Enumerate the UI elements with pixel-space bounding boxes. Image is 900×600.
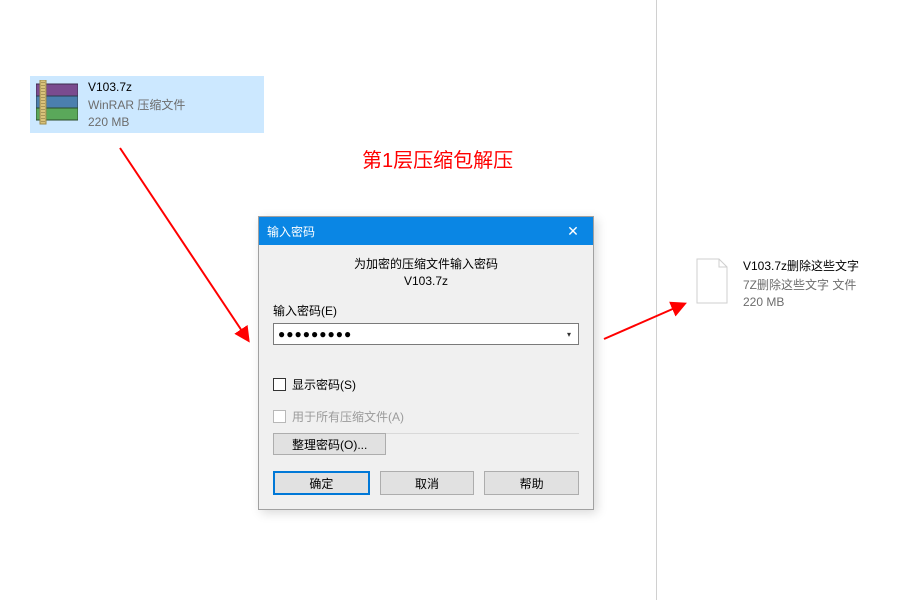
file-item-archive[interactable]: V103.7z WinRAR 压缩文件 220 MB (30, 76, 264, 133)
password-label: 输入密码(E) (273, 302, 579, 319)
cancel-button[interactable]: 取消 (380, 471, 475, 495)
use-for-all-label: 用于所有压缩文件(A) (292, 408, 404, 425)
file-item-output[interactable]: V103.7z删除这些文字 7Z删除这些文字 文件 220 MB (685, 253, 885, 313)
dialog-header-line1: 为加密的压缩文件输入密码 (273, 255, 579, 272)
show-password-label: 显示密码(S) (292, 376, 356, 393)
dialog-button-row: 确定 取消 帮助 (273, 471, 579, 495)
chevron-down-icon: ▾ (567, 330, 571, 339)
organize-passwords-button[interactable]: 整理密码(O)... (273, 433, 386, 455)
dialog-header-filename: V103.7z (273, 274, 579, 288)
dropdown-button[interactable]: ▾ (560, 324, 578, 344)
dialog-titlebar[interactable]: 输入密码 ✕ (259, 217, 593, 245)
pane-divider (656, 0, 657, 600)
ok-button[interactable]: 确定 (273, 471, 370, 495)
checkbox-show-password[interactable] (273, 378, 286, 391)
winrar-archive-icon (36, 80, 78, 128)
file-type: 7Z删除这些文字 文件 (743, 276, 859, 293)
file-name: V103.7z (88, 80, 185, 94)
dialog-body: 为加密的压缩文件输入密码 V103.7z 输入密码(E) ▾ 显示密码(S) 用… (259, 245, 593, 509)
use-for-all-row: 用于所有压缩文件(A) (273, 407, 579, 425)
arrow-right (604, 304, 684, 339)
checkbox-use-for-all (273, 410, 286, 423)
file-text: V103.7z WinRAR 压缩文件 220 MB (88, 80, 185, 129)
arrow-left (120, 148, 248, 340)
file-text: V103.7z删除这些文字 7Z删除这些文字 文件 220 MB (743, 257, 859, 309)
close-icon: ✕ (567, 223, 579, 240)
password-dialog: 输入密码 ✕ 为加密的压缩文件输入密码 V103.7z 输入密码(E) ▾ 显示… (258, 216, 594, 510)
password-field-row: ▾ (273, 323, 579, 345)
close-button[interactable]: ✕ (553, 217, 593, 245)
annotation-title: 第1层压缩包解压 (362, 144, 513, 173)
blank-file-icon (691, 257, 733, 305)
dialog-title: 输入密码 (267, 223, 553, 240)
file-type: WinRAR 压缩文件 (88, 96, 185, 113)
show-password-row[interactable]: 显示密码(S) (273, 375, 579, 393)
file-size: 220 MB (743, 295, 859, 309)
organize-block: 整理密码(O)... (273, 433, 579, 455)
password-input[interactable] (273, 323, 579, 345)
file-size: 220 MB (88, 115, 185, 129)
dialog-header: 为加密的压缩文件输入密码 V103.7z (273, 255, 579, 288)
help-button[interactable]: 帮助 (484, 471, 579, 495)
file-name: V103.7z删除这些文字 (743, 257, 859, 274)
